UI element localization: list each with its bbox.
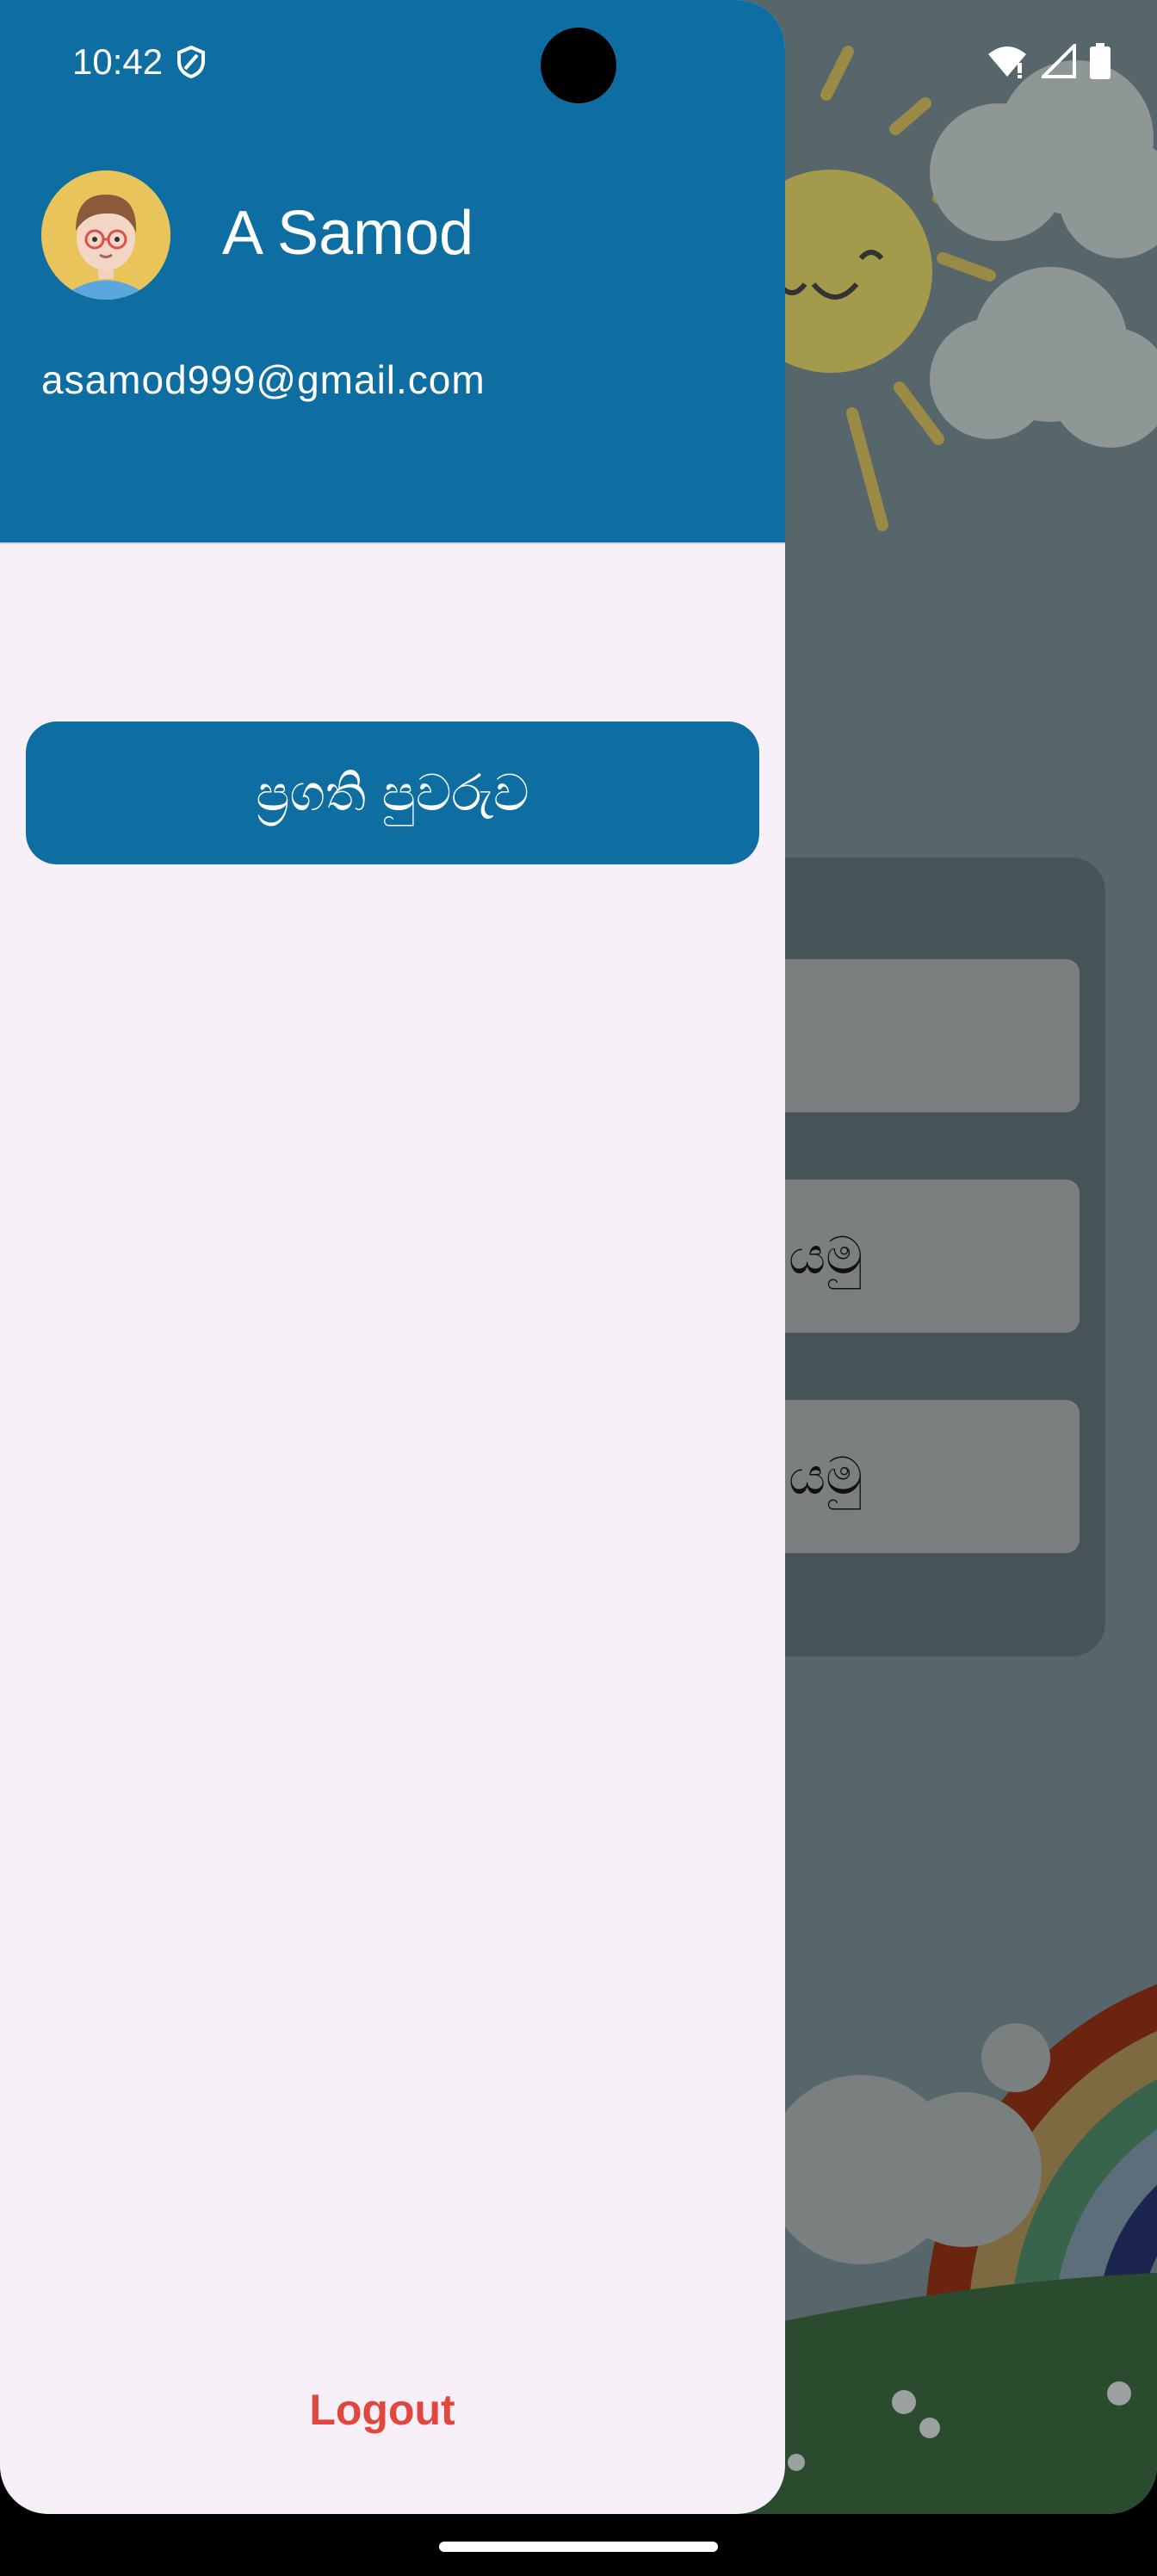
wifi-icon xyxy=(988,46,1026,78)
cellular-signal-icon xyxy=(1042,44,1076,78)
user-email: asamod999@gmail.com xyxy=(41,357,486,402)
gesture-navigation-bar[interactable] xyxy=(439,2542,718,2552)
logout-button[interactable]: Logout xyxy=(0,2385,764,2435)
camera-cutout xyxy=(541,28,616,103)
status-time: 10:42 xyxy=(72,41,164,82)
screen: යමු යමු A Samod xyxy=(0,0,1157,2514)
battery-icon xyxy=(1090,43,1111,79)
avatar-illustration xyxy=(41,170,170,300)
shield-icon xyxy=(177,45,205,79)
user-name: A Samod xyxy=(222,199,474,268)
system-icons xyxy=(987,43,1111,79)
navigation-drawer: A Samod asamod999@gmail.com ප්‍රගති පුවර… xyxy=(0,0,785,2514)
avatar xyxy=(41,170,170,300)
status-bar: 10:42 xyxy=(0,0,1157,129)
progress-dashboard-button[interactable]: ප්‍රගති පුවරුව xyxy=(26,721,759,864)
